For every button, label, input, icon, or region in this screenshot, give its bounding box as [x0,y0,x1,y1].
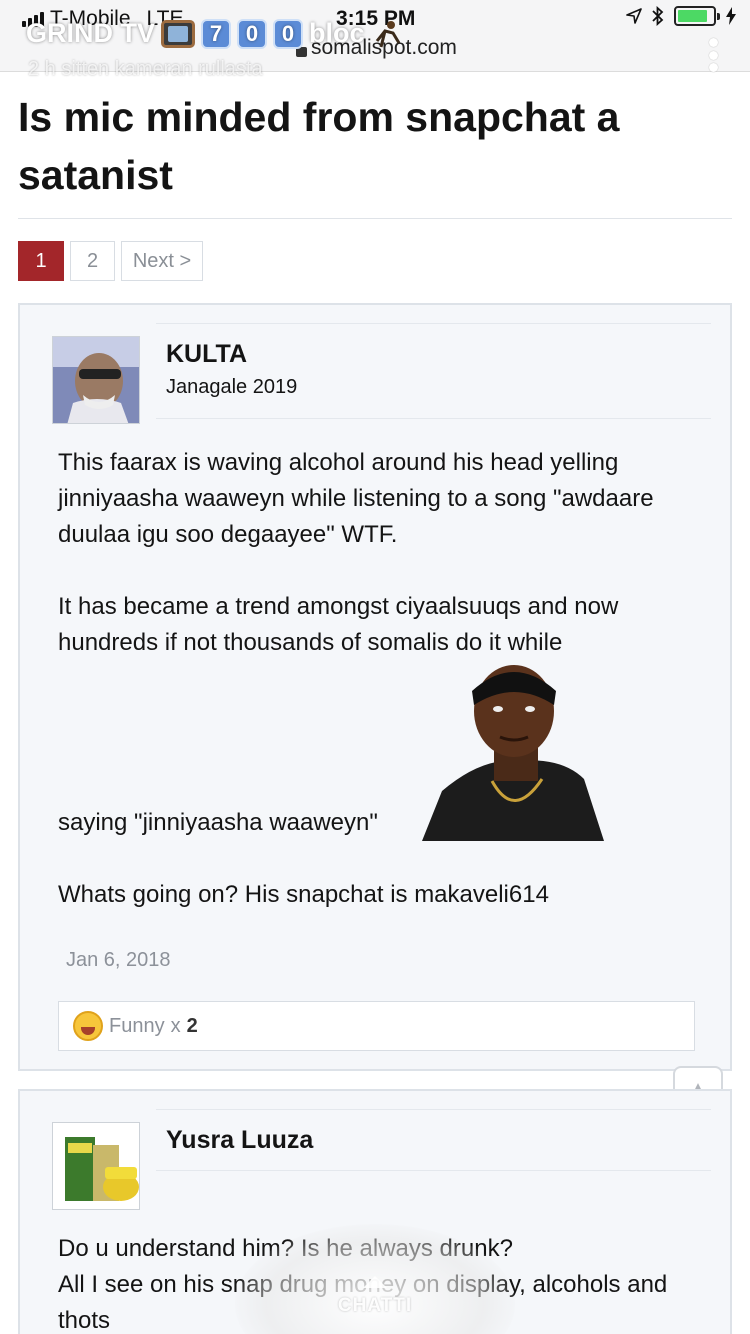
post-paragraph: saying "jinniyaasha waaweyn" [58,809,378,836]
keycap-digit: 0 [237,18,268,49]
post-paragraph: It has became a trend amongst ciyaalsuuq… [58,593,619,656]
keycap-digit: 7 [201,18,232,49]
next-page-link[interactable]: Next > [121,241,203,281]
inline-reaction-image[interactable] [422,661,604,841]
snap-caption-overlay: GRIND TV 7 0 0 bloc 2 h sitten kameran r… [26,18,405,80]
snap-title-suffix: bloc [309,18,365,48]
runner-sticker-icon [375,20,400,47]
chat-overlay-label[interactable]: CHATTI [0,1295,750,1317]
thread-title: Is mic minded from snapchat a satanist [18,94,620,198]
pagination: 1 2 Next > [18,241,203,281]
keycap-digit: 0 [273,18,304,49]
reactions-bar[interactable]: Funny x 2 [58,1001,695,1051]
more-dots-icon[interactable] [706,38,720,72]
reaction-label: Funny [109,1014,165,1037]
reaction-count: 2 [186,1014,198,1037]
avatar[interactable] [52,336,140,424]
user-details: KULTA Janagale 2019 [156,323,711,419]
laughing-face-icon [73,1011,103,1041]
status-icons [626,6,736,26]
avatar[interactable] [52,1122,140,1210]
tv-icon [161,19,196,48]
post-paragraph: This faarax is waving alcohol around his… [58,449,654,548]
charging-bolt-icon [726,7,736,25]
snap-title-prefix: GRIND TV [26,18,156,48]
chevron-up-icon [363,1276,387,1288]
snap-caption-title: GRIND TV 7 0 0 bloc [26,18,405,49]
location-arrow-icon [626,8,642,24]
post-date[interactable]: Jan 6, 2018 [66,949,171,972]
post: KULTA Janagale 2019 This faarax is wavin… [18,303,732,1071]
user-title: Janagale 2019 [166,376,298,398]
username[interactable]: Yusra Luuza [166,1126,313,1155]
username[interactable]: KULTA [166,340,247,369]
bluetooth-icon [652,6,664,26]
battery-icon [674,6,720,26]
user-details: Yusra Luuza [156,1109,711,1171]
reaction-multiplier: x [170,1014,181,1037]
page-link-1[interactable]: 1 [18,241,64,281]
page-link-2[interactable]: 2 [70,241,115,281]
post-paragraph: Whats going on? His snapchat is makaveli… [58,881,549,908]
snap-caption-subtitle: 2 h sitten kameran rullasta [28,58,263,80]
divider [18,218,732,219]
